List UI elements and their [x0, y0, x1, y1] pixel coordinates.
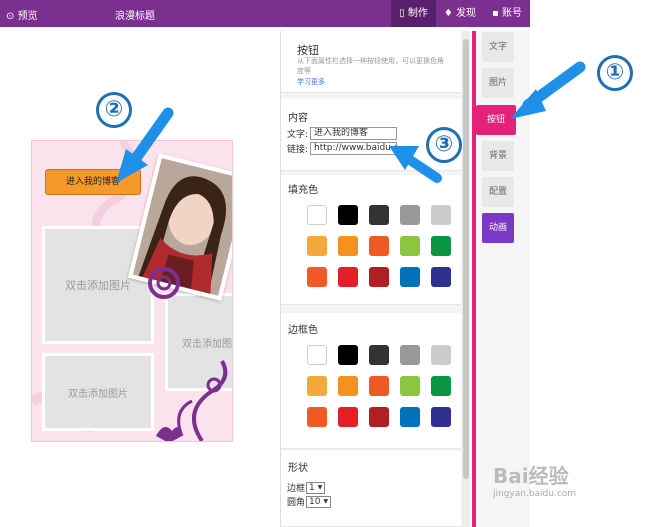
nav-discover[interactable]: ♦ 发现 — [436, 0, 484, 27]
border-color-swatch[interactable] — [400, 407, 420, 427]
learn-more-link[interactable]: 学习更多 — [297, 77, 325, 87]
fill-color-swatch[interactable] — [307, 236, 327, 256]
fill-color-swatch[interactable] — [369, 236, 389, 256]
button-description: 从下面属性栏选择一种按钮使用，可以更换色角度等 — [297, 57, 444, 75]
button-info-section: 按钮 从下面属性栏选择一种按钮使用，可以更换色角度等 学习更多 — [281, 31, 461, 93]
watermark-brand: Bai经验 — [493, 464, 569, 488]
tab-animation[interactable]: 动画 — [482, 213, 514, 243]
arrow-1-icon — [510, 61, 586, 119]
dropdown-arrow-icon: ▼ — [317, 483, 323, 491]
tab-config[interactable]: 配置 — [482, 177, 514, 207]
corner-radius-select[interactable]: 10 ▼ — [306, 495, 332, 508]
callout-2: ② — [96, 92, 132, 128]
link-input[interactable]: http://www.baidu.com — [310, 142, 398, 155]
border-color-swatch[interactable] — [431, 345, 451, 365]
scrollbar-thumb[interactable] — [463, 39, 469, 479]
preview-button[interactable]: ⊙ 预览 — [6, 7, 38, 22]
border-color-swatch[interactable] — [338, 376, 358, 396]
dropdown-arrow-icon: ▼ — [323, 497, 329, 505]
border-width-row: 边框 1 ▼ — [287, 481, 326, 494]
corner-radius-row: 圆角 10 ▼ — [287, 495, 332, 508]
link-row: 链接: http://www.baidu.com — [287, 142, 398, 155]
text-input[interactable]: 进入我的博客 — [310, 127, 398, 140]
top-bar: ⊙ 预览 浪漫标题 ▯ 制作 ♦ 发现 ▪ 账号 — [0, 0, 530, 27]
phone-preview: 双击添加图片 双击添加图 双击添加图片 进入我的博客 — [31, 140, 233, 442]
callout-3: ③ — [426, 127, 462, 163]
fill-color-swatch[interactable] — [307, 205, 327, 225]
fill-color-swatch[interactable] — [338, 267, 358, 287]
pin-icon: ♦ — [443, 8, 453, 19]
section-title-fill: 填充色 — [288, 185, 318, 196]
border-color-swatch[interactable] — [369, 407, 389, 427]
border-color-swatch[interactable] — [431, 376, 451, 396]
fill-color-swatch[interactable] — [431, 267, 451, 287]
fill-color-swatch[interactable] — [400, 205, 420, 225]
image-placeholder-3[interactable]: 双击添加图片 — [42, 353, 154, 431]
callout-1: ① — [597, 55, 633, 91]
fill-color-section: 填充色 — [281, 175, 461, 305]
border-color-swatch[interactable] — [431, 407, 451, 427]
nav-make[interactable]: ▯ 制作 — [391, 0, 436, 27]
border-width-select[interactable]: 1 ▼ — [306, 481, 326, 494]
user-icon: ▪ — [492, 8, 499, 19]
phone-icon: ▯ — [399, 8, 405, 19]
fill-color-swatch[interactable] — [400, 236, 420, 256]
fill-color-swatch[interactable] — [431, 205, 451, 225]
nav-account[interactable]: ▪ 账号 — [484, 0, 530, 27]
border-color-swatch[interactable] — [307, 407, 327, 427]
purple-swirl-decoration — [148, 267, 228, 441]
preview-label: 预览 — [17, 11, 38, 22]
eye-icon: ⊙ — [6, 11, 15, 22]
fill-color-swatch[interactable] — [369, 205, 389, 225]
border-color-swatch[interactable] — [400, 345, 420, 365]
fill-color-swatch[interactable] — [338, 236, 358, 256]
border-color-section: 边框色 — [281, 313, 461, 449]
border-color-swatch[interactable] — [307, 345, 327, 365]
border-color-swatch[interactable] — [307, 376, 327, 396]
corner-radius-label: 圆角 — [287, 498, 306, 508]
fill-color-swatch[interactable] — [307, 267, 327, 287]
section-title-shape: 形状 — [288, 463, 308, 474]
section-title-content: 内容 — [288, 113, 308, 124]
properties-panel: 按钮 从下面属性栏选择一种按钮使用，可以更换色角度等 学习更多 内容 文字: 进… — [280, 31, 470, 527]
watermark-url: jingyan.baidu.com — [493, 489, 577, 499]
page-title[interactable]: 浪漫标题 — [115, 7, 155, 22]
top-nav: ▯ 制作 ♦ 发现 ▪ 账号 — [391, 0, 530, 27]
panel-scrollbar[interactable] — [462, 31, 470, 527]
watermark: Bai经验 jingyan.baidu.com — [493, 460, 576, 499]
border-color-swatch[interactable] — [400, 376, 420, 396]
border-width-label: 边框 — [287, 484, 306, 494]
border-color-swatch[interactable] — [369, 376, 389, 396]
shape-section: 形状 边框 1 ▼ 圆角 10 ▼ — [281, 451, 461, 527]
text-label: 文字: — [287, 130, 309, 140]
fill-color-swatch[interactable] — [431, 236, 451, 256]
tab-background[interactable]: 背景 — [482, 141, 514, 171]
border-color-swatch[interactable] — [338, 407, 358, 427]
border-color-swatch[interactable] — [338, 345, 358, 365]
section-title-border: 边框色 — [288, 325, 318, 336]
fill-color-swatch[interactable] — [369, 267, 389, 287]
link-label: 链接: — [287, 145, 309, 155]
fill-color-swatch[interactable] — [400, 267, 420, 287]
text-row: 文字: 进入我的博客 — [287, 127, 398, 140]
border-color-swatch[interactable] — [369, 345, 389, 365]
fill-color-swatch[interactable] — [338, 205, 358, 225]
